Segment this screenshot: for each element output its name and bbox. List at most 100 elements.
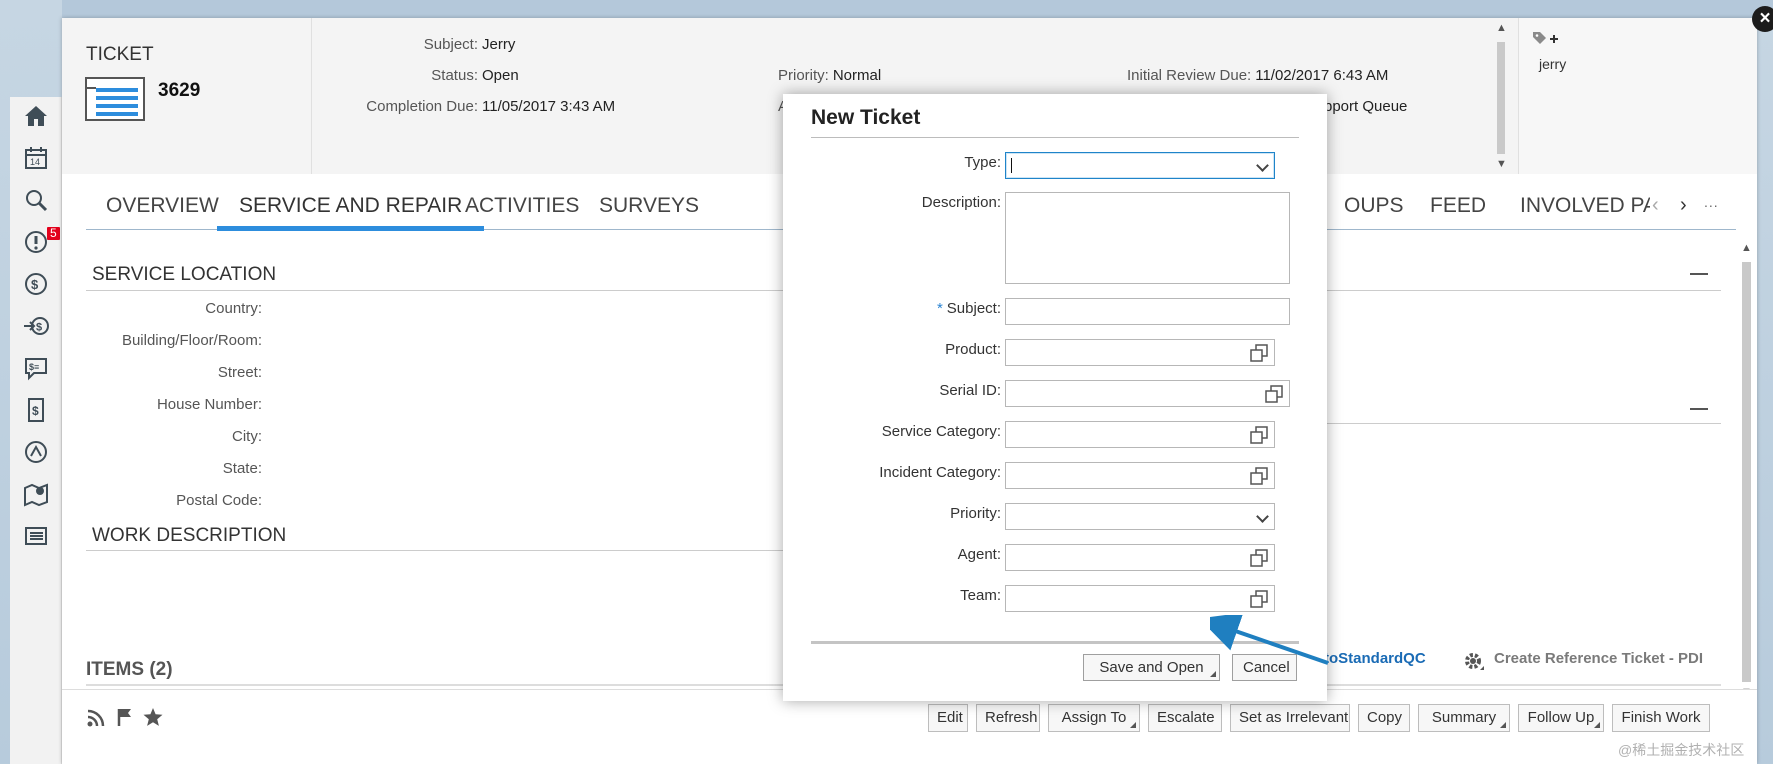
status-field: Status: Open bbox=[332, 67, 518, 84]
value-help-icon[interactable] bbox=[1265, 385, 1283, 403]
content-scroll-up-icon[interactable]: ▲ bbox=[1741, 242, 1752, 254]
description-textarea[interactable] bbox=[1005, 192, 1290, 284]
building-floor-room-label: Building/Floor/Room: bbox=[121, 332, 262, 349]
refresh-button[interactable]: Refresh bbox=[976, 704, 1040, 732]
city-label: City: bbox=[232, 428, 262, 445]
value-help-icon[interactable] bbox=[1250, 344, 1268, 362]
header-scroll-thumb[interactable] bbox=[1497, 42, 1505, 154]
priority-label: Priority: bbox=[778, 67, 829, 84]
set-as-irrelevant-button[interactable]: Set as Irrelevant bbox=[1230, 704, 1350, 732]
tab-feed[interactable]: FEED bbox=[1430, 188, 1486, 230]
gear-icon[interactable] bbox=[1462, 650, 1486, 674]
tab-service-and-repair[interactable]: SERVICE AND REPAIR bbox=[216, 188, 485, 231]
queue-field: pport Queue bbox=[1324, 98, 1407, 115]
content-scroll-thumb[interactable] bbox=[1742, 262, 1751, 682]
calendar-icon[interactable]: 14 bbox=[10, 139, 62, 177]
queue-value: pport Queue bbox=[1324, 98, 1408, 115]
tab-groups[interactable]: OUPS bbox=[1344, 188, 1404, 230]
flag-icon[interactable] bbox=[116, 707, 134, 727]
list-icon[interactable] bbox=[10, 517, 62, 555]
priority-value: Normal bbox=[832, 67, 882, 84]
add-tag-icon[interactable] bbox=[1531, 30, 1561, 48]
transfer-dollar-icon[interactable]: $ bbox=[10, 307, 62, 345]
rss-icon[interactable] bbox=[86, 708, 106, 728]
left-nav-rail: 14 5 $ $ $≡ $ bbox=[10, 97, 62, 764]
follow-up-button[interactable]: Follow Up bbox=[1518, 704, 1604, 732]
serial-id-input[interactable] bbox=[1005, 380, 1290, 407]
agent-label: Agent: bbox=[957, 546, 1001, 563]
new-ticket-dialog: New Ticket Type: Description: * Subject: … bbox=[783, 94, 1327, 701]
product-input[interactable] bbox=[1005, 339, 1275, 366]
team-label: Team: bbox=[960, 587, 1001, 604]
tab-activities[interactable]: ACTIVITIES bbox=[465, 188, 579, 230]
priority-label: Priority: bbox=[950, 505, 1001, 522]
scroll-down-icon[interactable]: ▼ bbox=[1496, 158, 1507, 170]
street-label: Street: bbox=[217, 364, 262, 381]
dialog-title: New Ticket bbox=[811, 106, 921, 129]
subject-input[interactable] bbox=[1005, 298, 1290, 325]
finish-work-button[interactable]: Finish Work bbox=[1612, 704, 1710, 732]
section-divider-right bbox=[1324, 423, 1721, 424]
invoice-chat-icon[interactable]: $≡ bbox=[10, 349, 62, 387]
dollar-icon[interactable]: $ bbox=[10, 265, 62, 303]
initial-review-label: Initial Review Due: bbox=[1127, 67, 1252, 84]
content-scrollbar[interactable]: ▲ ▼ bbox=[1738, 242, 1756, 702]
watermark: @稀土掘金技术社区 bbox=[1618, 742, 1745, 758]
agent-input[interactable] bbox=[1005, 544, 1275, 571]
tab-more-icon[interactable]: ... bbox=[1704, 194, 1719, 210]
tab-overview[interactable]: OVERVIEW bbox=[106, 188, 219, 230]
ticket-document-icon bbox=[85, 77, 145, 121]
value-help-icon[interactable] bbox=[1250, 549, 1268, 567]
copy-button[interactable]: Copy bbox=[1358, 704, 1410, 732]
scroll-up-icon[interactable]: ▲ bbox=[1496, 22, 1507, 34]
chevron-down-icon[interactable] bbox=[1256, 159, 1269, 172]
service-location-title: SERVICE LOCATION bbox=[92, 264, 277, 285]
subject-label: Subject: bbox=[423, 36, 478, 53]
svg-text:14: 14 bbox=[30, 157, 40, 167]
map-pin-icon[interactable] bbox=[10, 475, 62, 513]
incident-category-input[interactable] bbox=[1005, 462, 1275, 489]
close-icon[interactable]: × bbox=[1752, 6, 1773, 32]
tab-prev-icon[interactable]: ‹ bbox=[1652, 194, 1659, 217]
type-label: Type: bbox=[964, 154, 1001, 171]
priority-field: Priority: Normal bbox=[778, 67, 881, 84]
price-document-icon[interactable]: $ bbox=[10, 391, 62, 429]
serial-id-label: Serial ID: bbox=[939, 382, 1001, 399]
summary-button[interactable]: Summary bbox=[1418, 704, 1510, 732]
collapse-service-location-icon[interactable] bbox=[1690, 273, 1708, 275]
dialog-title-divider bbox=[811, 137, 1299, 138]
tag-item[interactable]: jerry bbox=[1539, 56, 1566, 72]
postal-code-label: Postal Code: bbox=[176, 492, 262, 509]
incident-category-label: Incident Category: bbox=[879, 464, 1001, 481]
collapse-section-icon[interactable] bbox=[1690, 408, 1708, 410]
save-and-open-button[interactable]: Save and Open bbox=[1083, 654, 1220, 681]
assign-to-button[interactable]: Assign To bbox=[1048, 704, 1140, 732]
ticket-label: TICKET bbox=[86, 44, 154, 65]
header-scrollbar[interactable]: ▲ ▼ bbox=[1494, 22, 1508, 172]
edit-button[interactable]: Edit bbox=[928, 704, 968, 732]
star-icon[interactable] bbox=[142, 706, 164, 728]
value-help-icon[interactable] bbox=[1250, 467, 1268, 485]
search-icon[interactable] bbox=[10, 181, 62, 219]
service-category-input[interactable] bbox=[1005, 421, 1275, 448]
value-help-icon[interactable] bbox=[1250, 426, 1268, 444]
team-input[interactable] bbox=[1005, 585, 1275, 612]
tab-involved-parties[interactable]: INVOLVED PA bbox=[1520, 188, 1650, 230]
home-icon[interactable] bbox=[10, 97, 62, 135]
ticket-id-block: TICKET 3629 bbox=[62, 18, 312, 174]
svg-text:$: $ bbox=[32, 404, 39, 418]
globe-arrow-icon[interactable] bbox=[10, 433, 62, 471]
svg-text:$: $ bbox=[36, 322, 42, 334]
priority-select[interactable] bbox=[1005, 503, 1275, 530]
dropdown-indicator-icon bbox=[1594, 722, 1600, 728]
ticket-number: 3629 bbox=[158, 80, 201, 101]
tab-next-icon[interactable]: › bbox=[1680, 194, 1687, 217]
country-label: Country: bbox=[205, 300, 262, 317]
type-select[interactable] bbox=[1005, 152, 1275, 179]
tab-surveys[interactable]: SURVEYS bbox=[599, 188, 699, 230]
value-help-icon[interactable] bbox=[1250, 590, 1268, 608]
escalate-button[interactable]: Escalate bbox=[1148, 704, 1222, 732]
alert-icon[interactable]: 5 bbox=[10, 223, 62, 261]
chevron-down-icon[interactable] bbox=[1256, 510, 1269, 523]
create-reference-ticket-link[interactable]: Create Reference Ticket - PDI bbox=[1494, 650, 1703, 667]
